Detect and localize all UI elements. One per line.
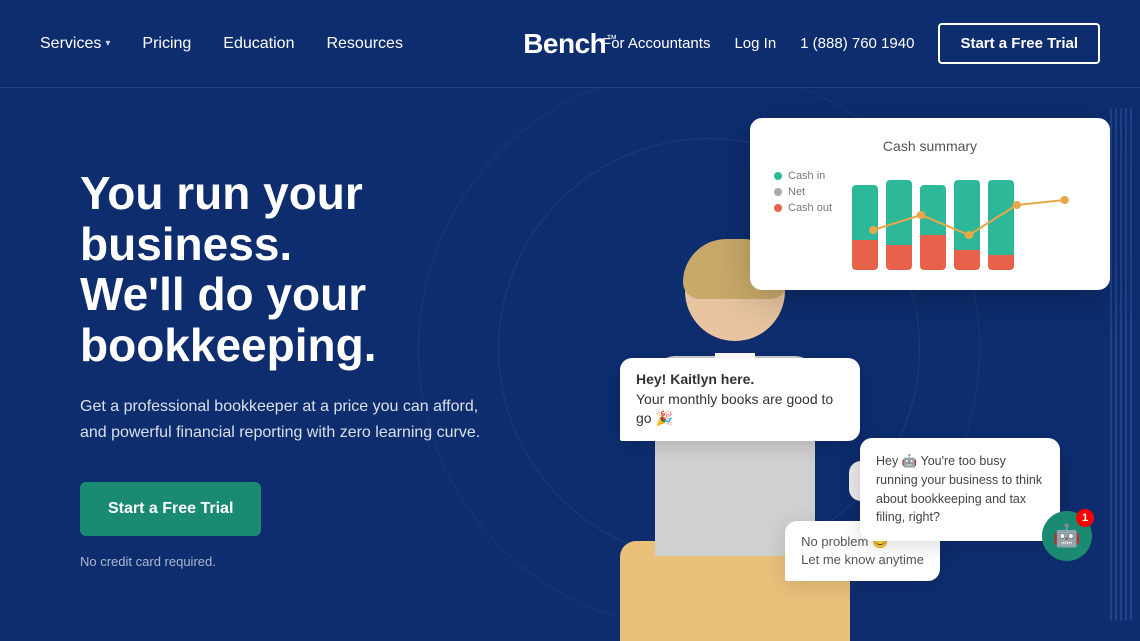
legend-net: Net (774, 186, 832, 198)
chart-bars (852, 170, 1086, 270)
nav-left: Services ▾ Pricing Education Resources (40, 35, 403, 53)
bar-top-5 (988, 180, 1014, 255)
legend-dot-gray (774, 188, 782, 196)
nav-services-label: Services (40, 35, 101, 53)
bar-group-4 (954, 180, 980, 270)
bot-badge: 1 (1076, 509, 1094, 527)
bar-bottom-4 (954, 250, 980, 270)
legend-label-net: Net (788, 186, 805, 198)
bar-top-4 (954, 180, 980, 250)
bar-group-5 (988, 180, 1014, 270)
brand-trademark: ™ (606, 33, 617, 45)
chat-kaitlyn-message: Your monthly books are good to go 🎉 (636, 391, 833, 427)
bot-icon: 🤖 (1053, 523, 1080, 549)
chat-bubble-kaitlyn: Hey! Kaitlyn here. Your monthly books ar… (620, 358, 860, 441)
nav-pricing-label: Pricing (142, 35, 191, 53)
cash-summary-card: Cash summary Cash in Net Cash out (750, 118, 1110, 290)
hero-cta-button[interactable]: Start a Free Trial (80, 482, 261, 536)
nav-right: For Accountants Log In 1 (888) 760 1940 … (602, 23, 1100, 64)
legend-label-cashout: Cash out (788, 202, 832, 214)
brand-logo[interactable]: Bench™ (523, 28, 617, 60)
brand-name: Bench (523, 28, 606, 59)
hero-title-line2: We'll do your bookkeeping. (80, 268, 376, 371)
chevron-down-icon: ▾ (105, 38, 110, 49)
chat-bot-message: Hey 🤖 You're too busy running your busin… (876, 454, 1042, 524)
hero-section: You run your business. We'll do your boo… (0, 88, 1140, 641)
bar-top-1 (852, 185, 878, 240)
nav-services[interactable]: Services ▾ (40, 35, 110, 53)
bar-top-2 (886, 180, 912, 245)
nav-login[interactable]: Log In (734, 35, 776, 52)
chat-noproblem-line2: Let me know anytime (801, 552, 924, 567)
chat-bubble-bot: Hey 🤖 You're too busy running your busin… (860, 438, 1060, 541)
chart-legend: Cash in Net Cash out (774, 170, 832, 214)
hero-subtitle: Get a professional bookkeeper at a price… (80, 394, 500, 445)
hero-title-line1: You run your business. (80, 167, 363, 270)
nav-phone[interactable]: 1 (888) 760 1940 (800, 35, 914, 52)
cash-summary-title: Cash summary (774, 138, 1086, 154)
nav-education-label: Education (223, 35, 294, 53)
hero-note: No credit card required. (80, 554, 580, 569)
bar-top-3 (920, 185, 946, 235)
legend-label-cashin: Cash in (788, 170, 825, 182)
bar-bottom-2 (886, 245, 912, 270)
chat-sender-name: Hey! Kaitlyn here. (636, 371, 754, 387)
nav-resources-label: Resources (326, 35, 402, 53)
nav-education[interactable]: Education (223, 35, 294, 53)
bar-group-1 (852, 185, 878, 270)
legend-cash-out: Cash out (774, 202, 832, 214)
bar-bottom-1 (852, 240, 878, 270)
legend-cash-in: Cash in (774, 170, 832, 182)
bar-chart-area (852, 170, 1086, 270)
hero-content: You run your business. We'll do your boo… (80, 148, 580, 569)
nav-for-accountants[interactable]: For Accountants (602, 35, 710, 52)
hero-title: You run your business. We'll do your boo… (80, 168, 580, 370)
bot-widget-button[interactable]: 🤖 1 (1042, 511, 1092, 561)
bar-bottom-5 (988, 255, 1014, 270)
bar-group-2 (886, 180, 912, 270)
legend-dot-red (774, 204, 782, 212)
navbar: Services ▾ Pricing Education Resources B… (0, 0, 1140, 88)
bar-group-3 (920, 185, 946, 270)
nav-cta-button[interactable]: Start a Free Trial (938, 23, 1100, 64)
nav-pricing[interactable]: Pricing (142, 35, 191, 53)
bar-bottom-3 (920, 235, 946, 270)
legend-dot-green (774, 172, 782, 180)
nav-resources[interactable]: Resources (326, 35, 402, 53)
